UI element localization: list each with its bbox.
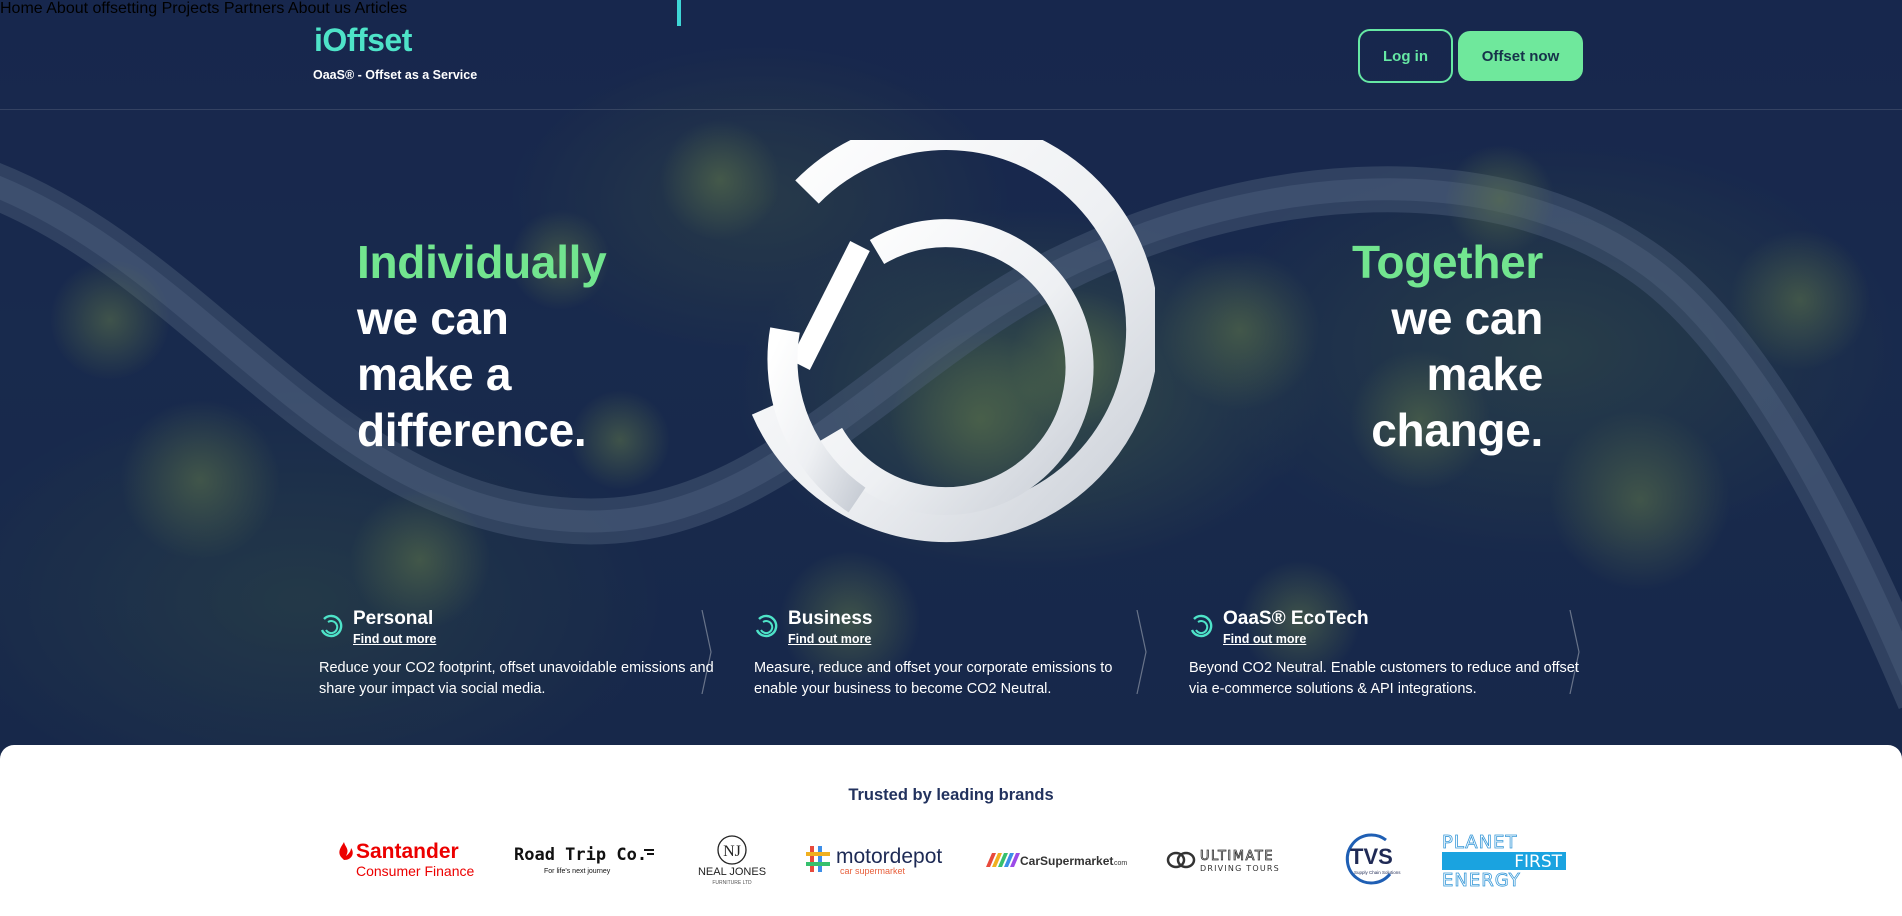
svg-text:NEAL JONES: NEAL JONES <box>698 866 766 878</box>
headline-left-accent: Individually <box>357 236 607 288</box>
feature-divider <box>701 610 712 694</box>
brand-logo-ultimate-driving-tours: ULTIMATE DRIVING TOURS <box>1164 830 1308 890</box>
active-nav-indicator <box>677 0 681 26</box>
ioffset-swirl-icon <box>1190 614 1213 638</box>
santander-flame-icon: Santander Consumer Finance <box>339 840 474 879</box>
brand-logo-motordepot: motordepot car supermarket <box>804 830 948 890</box>
svg-text:car supermarket: car supermarket <box>840 866 906 876</box>
svg-text:Road Trip Co.: Road Trip Co. <box>514 845 647 865</box>
svg-text:PLANET: PLANET <box>1442 832 1517 853</box>
hero-section: iOffset OaaS® - Offset as a Service Home… <box>0 0 1902 760</box>
main-nav: Home About offsetting Projects Partners … <box>0 0 1902 18</box>
svg-text:ENERGY: ENERGY <box>1442 870 1521 888</box>
headline-left-line: make a <box>357 348 512 400</box>
feature-title: Personal <box>353 608 434 629</box>
svg-text:NJ: NJ <box>723 843 741 860</box>
ioffset-swirl-icon <box>320 614 343 638</box>
feature-divider <box>1569 610 1580 694</box>
feature-title: Business <box>788 608 873 629</box>
headline-right-line: change. <box>1371 404 1543 456</box>
svg-text:Supply Chain Solutions: Supply Chain Solutions <box>1354 870 1401 875</box>
svg-text:ULTIMATE: ULTIMATE <box>1200 849 1274 864</box>
svg-text:motordepot: motordepot <box>836 845 942 868</box>
headline-left-line: difference. <box>357 404 587 456</box>
svg-text:.com: .com <box>1112 860 1127 867</box>
feature-divider <box>1136 610 1147 694</box>
carsupermarket-stripes-icon <box>986 853 1020 867</box>
headline-left-line: we can <box>357 292 509 344</box>
brand-logo-planet-first-energy: PLANET FIRST ENERGY <box>1440 830 1568 890</box>
ultimate-loop-icon <box>1166 851 1196 869</box>
brand-logo-neal-jones: NJ NEAL JONES FURNITURE LTD <box>692 830 772 890</box>
motordepot-hash-icon <box>806 846 830 872</box>
logo[interactable]: iOffset <box>314 22 412 59</box>
svg-text:FIRST: FIRST <box>1514 852 1562 872</box>
feature-description: Beyond CO2 Neutral. Enable customers to … <box>1189 660 1579 697</box>
brand-logo-carsupermarket: CarSupermarket .com <box>986 830 1130 890</box>
feature-title: OaaS® EcoTech <box>1223 608 1369 629</box>
brands-title: Trusted by leading brands <box>848 786 1054 804</box>
svg-text:Santander: Santander <box>356 840 459 863</box>
headline-right-line: make <box>1426 348 1544 400</box>
ioffset-swirl-icon <box>755 614 778 638</box>
offset-now-button[interactable]: Offset now <box>1458 31 1583 81</box>
headline-individually: Individually we can make a difference. <box>357 234 607 458</box>
headline-together: Together we can make change. <box>1352 234 1543 458</box>
svg-text:FURNITURE LTD: FURNITURE LTD <box>712 880 752 886</box>
feature-description: Reduce your CO2 footprint, offset unavoi… <box>319 660 714 697</box>
login-button[interactable]: Log in <box>1358 29 1453 83</box>
site-header: iOffset OaaS® - Offset as a Service Home… <box>0 0 1902 110</box>
brand-logo-tvs: TVS Supply Chain Solutions <box>1344 830 1404 890</box>
nav-projects[interactable]: Projects <box>162 0 220 17</box>
nav-about-offsetting[interactable]: About offsetting <box>46 0 157 17</box>
logo-tagline: OaaS® - Offset as a Service <box>313 68 478 82</box>
svg-text:CarSupermarket: CarSupermarket <box>1020 854 1113 868</box>
brands-section <box>0 745 1902 916</box>
feature-description: Measure, reduce and offset your corporat… <box>754 660 1113 697</box>
nav-partners[interactable]: Partners <box>224 0 284 17</box>
nav-about-us[interactable]: About us <box>288 0 351 17</box>
svg-text:Consumer Finance: Consumer Finance <box>356 863 474 879</box>
svg-text:For life's next journey: For life's next journey <box>544 868 611 875</box>
find-out-more-link[interactable]: Find out more <box>788 632 871 646</box>
headline-right-accent: Together <box>1352 236 1543 288</box>
brand-logo-santander: Santander Consumer Finance <box>334 830 474 890</box>
find-out-more-link[interactable]: Find out more <box>353 632 436 646</box>
find-out-more-link[interactable]: Find out more <box>1223 632 1306 646</box>
svg-text:DRIVING TOURS: DRIVING TOURS <box>1200 864 1280 873</box>
headline-right-line: we can <box>1391 292 1543 344</box>
nav-home[interactable]: Home <box>0 0 43 17</box>
brand-logo-road-trip-co: Road Trip Co. For life's next journey <box>514 830 658 890</box>
nav-articles[interactable]: Articles <box>355 0 407 17</box>
ioffset-emblem-graphic <box>751 140 1155 542</box>
svg-text:TVS: TVS <box>1350 844 1393 869</box>
